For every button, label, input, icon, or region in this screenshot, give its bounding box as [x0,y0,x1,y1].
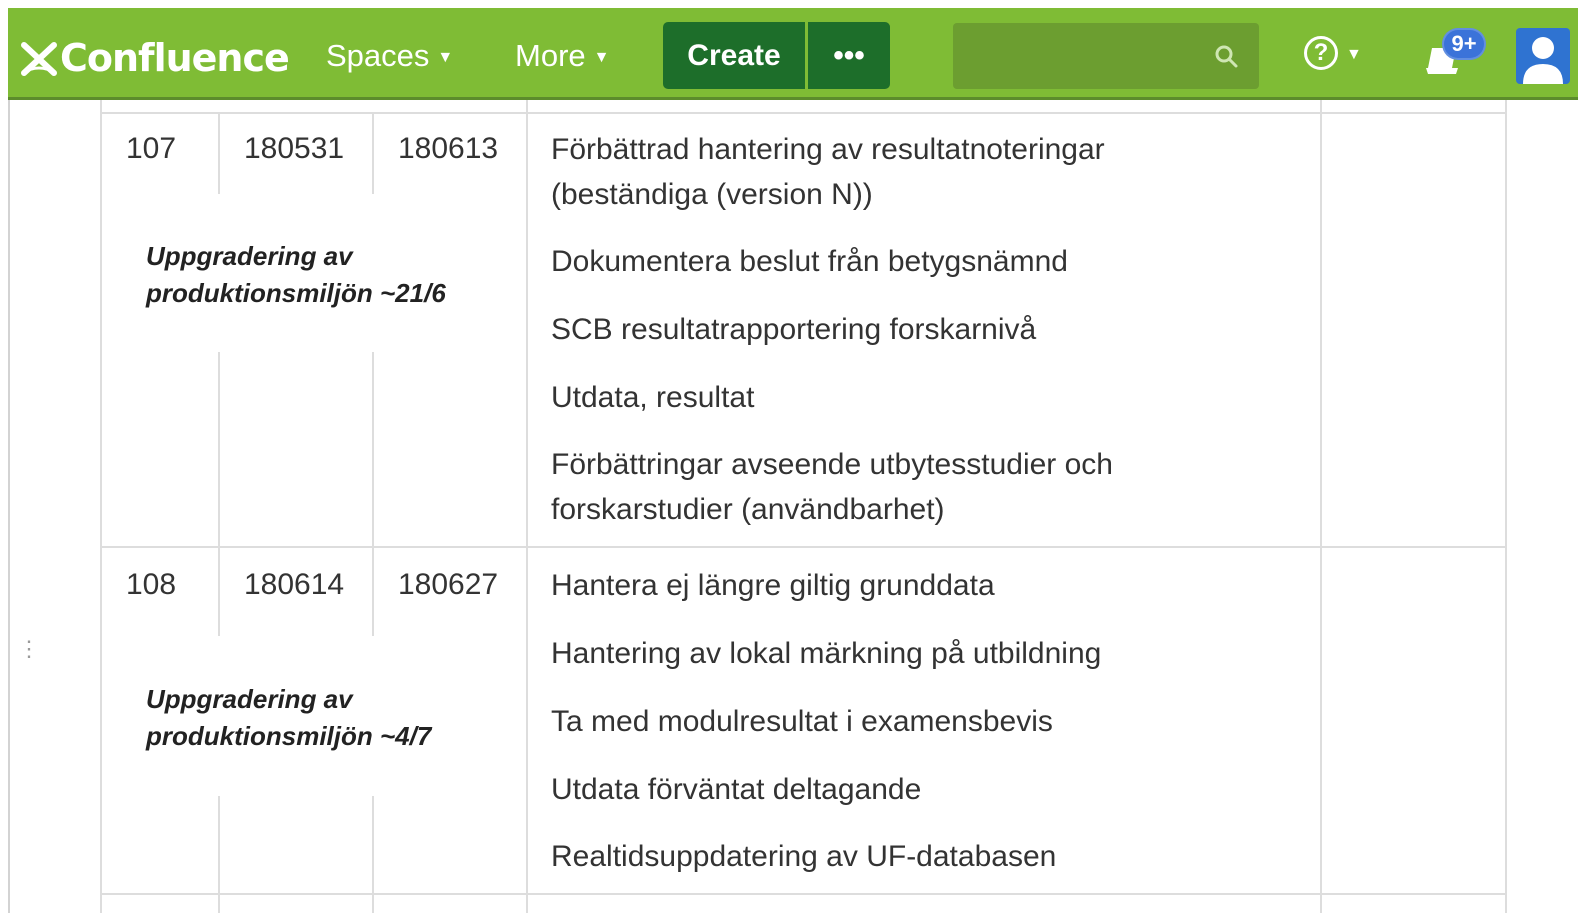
upgrade-note: Uppgradering av produktionsmiljön ~4/7 [146,681,431,755]
notifications-badge: 9+ [1442,28,1486,60]
table-column-divider [1320,100,1322,913]
table-column-divider [218,548,220,636]
sidebar-border [8,100,10,913]
list-item: (beständiga (version N)) [551,178,873,211]
table-column-divider [526,100,528,913]
list-item: Realtidsuppdatering av UF-databasen [551,840,1057,873]
upgrade-note: Uppgradering av produktionsmiljön ~21/6 [146,238,446,312]
list-item: Dokumentera beslut från betygsnämnd [551,245,1068,278]
list-item: Hantera ej längre giltig grunddata [551,569,995,602]
search-icon [1215,45,1238,68]
chevron-down-icon: ▼ [1346,46,1362,63]
upgrade-note-line: Uppgradering av [146,684,353,714]
start-date: 180531 [244,132,345,165]
more-menu[interactable]: More ▼ [515,38,609,74]
upgrade-note-line: produktionsmiljön ~21/6 [146,278,446,308]
list-item: SCB resultatrapportering forskarnivå [551,313,1037,346]
confluence-header: Confluence Spaces ▼ More ▼ Create ••• ? … [8,8,1578,100]
list-item: Förbättringar avseende utbytesstudier oc… [551,448,1113,481]
app-name: Confluence [60,36,290,80]
user-icon [1523,37,1563,84]
table-column-divider [372,548,374,636]
end-date: 180613 [398,132,499,165]
list-item: Hantering av lokal märkning på utbildnin… [551,637,1102,670]
list-item: forskarstudier (användbarhet) [551,493,945,526]
list-item: Ta med modulresultat i examensbevis [551,705,1053,738]
list-item: Förbättrad hantering av resultatnotering… [551,133,1105,166]
table-row-divider [100,546,1506,548]
help-menu[interactable]: ? ▼ [1304,36,1362,70]
create-button[interactable]: Create [663,22,805,89]
more-menu-label: More [515,38,586,73]
chevron-down-icon: ▼ [437,49,454,66]
table-column-divider [372,114,374,194]
sprint-number: 107 [126,132,177,165]
table-row-divider [100,893,1506,895]
spaces-menu[interactable]: Spaces ▼ [326,38,453,74]
more-actions-button[interactable]: ••• [808,22,890,89]
resize-handle[interactable]: ⋮ [18,638,40,660]
table-column-divider [372,352,374,546]
sprint-number: 108 [126,568,177,601]
list-item: Utdata, resultat [551,381,755,414]
upgrade-note-line: Uppgradering av [146,241,353,271]
list-item: Utdata förväntat deltagande [551,773,922,806]
confluence-logo[interactable]: Confluence [20,36,290,80]
chevron-down-icon: ▼ [593,49,610,66]
spaces-menu-label: Spaces [326,38,430,73]
start-date: 180614 [244,568,345,601]
confluence-logo-icon [21,42,57,76]
table-column-divider [218,796,220,913]
help-icon: ? [1304,36,1338,70]
search-input[interactable] [953,23,1259,89]
table-column-divider [218,352,220,546]
avatar[interactable] [1516,28,1570,84]
table-row-divider [100,112,1506,114]
table-column-divider [100,100,102,913]
end-date: 180627 [398,568,499,601]
table-column-divider [1505,100,1507,913]
table-column-divider [372,796,374,913]
upgrade-note-line: produktionsmiljön ~4/7 [146,721,432,751]
table-column-divider [218,114,220,194]
